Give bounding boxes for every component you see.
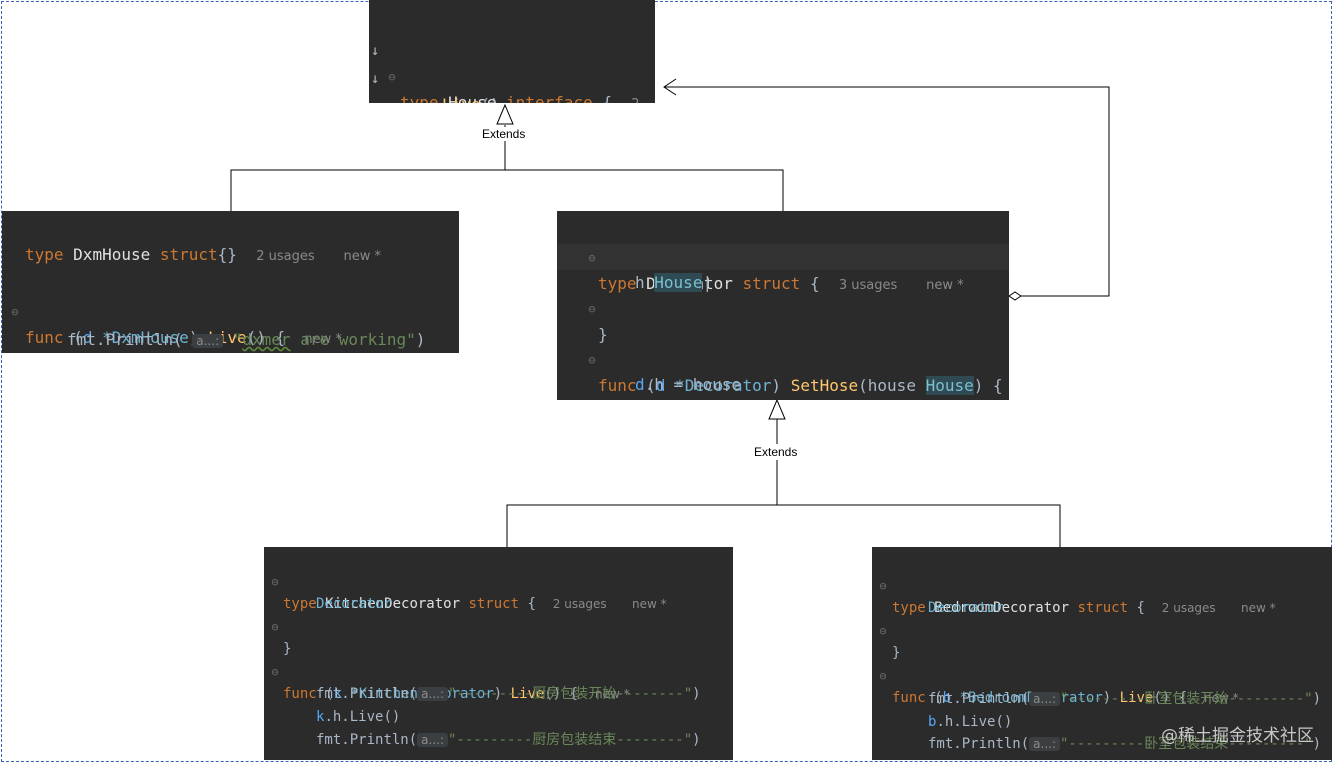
house-interface-block: ↓ ⊖ type House interface { 2 ↓ Live() ⊖ … — [369, 0, 655, 103]
fold-icon: ⊖ — [270, 752, 280, 760]
extends-arrow-house — [496, 103, 514, 125]
decorator-block: ⊖ type Decorator struct { 3 usages new *… — [557, 211, 1009, 400]
fold-icon: ⊖ — [271, 620, 279, 634]
kitchen-decorator-block: ⊖ type KitchenDecorator struct { 2 usage… — [264, 547, 733, 760]
fold-icon: ⊖ — [587, 397, 597, 400]
fold-icon: ⊖ — [878, 756, 888, 760]
fold-icon: ⊖ — [387, 94, 397, 103]
decorator-children-bus — [506, 504, 1061, 547]
extends-arrow-decorator — [768, 398, 786, 420]
dxmhouse-block: type DxmHouse struct{} 2 usages new * ⊖ … — [2, 211, 459, 353]
fold-icon: ⊖ — [879, 624, 887, 638]
fold-icon: ⊖ — [588, 302, 596, 316]
aggregation-diamond — [1008, 291, 1022, 301]
extends-label-bottom: Extends — [752, 445, 800, 459]
extends-label-top: Extends — [480, 127, 528, 141]
watermark: @稀土掘金技术社区 — [1161, 726, 1314, 746]
house-children-bus — [230, 169, 784, 211]
